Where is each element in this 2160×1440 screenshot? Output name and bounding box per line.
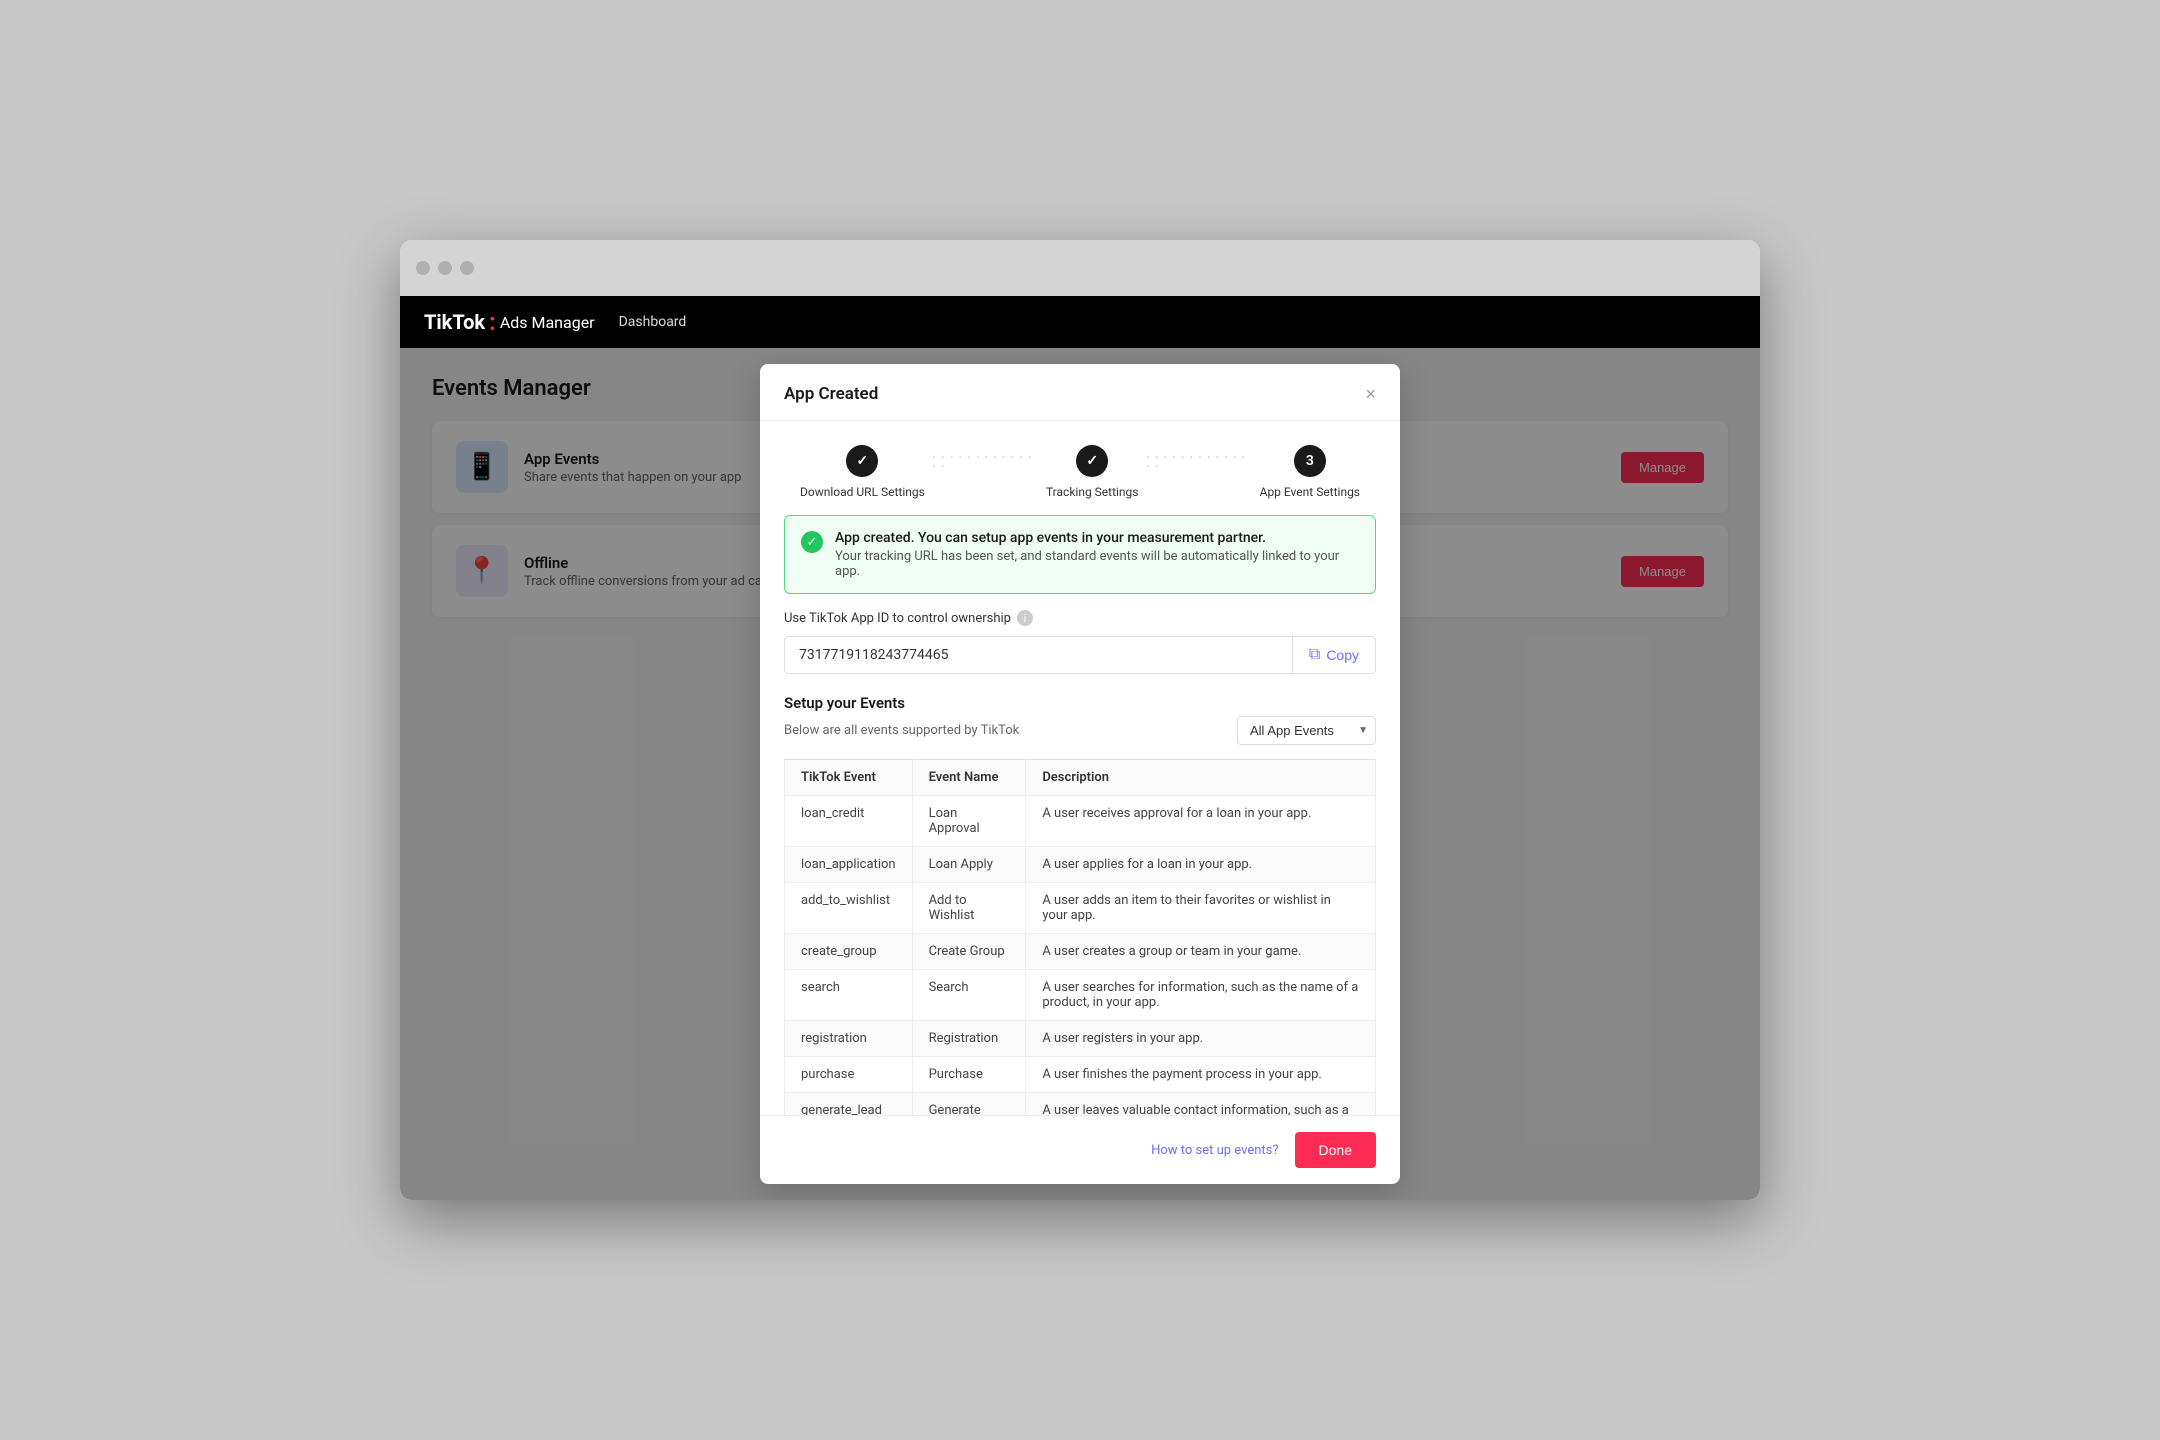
cell-description: A user leaves valuable contact informati… — [1026, 1093, 1376, 1116]
cell-event-name: Create Group — [912, 934, 1026, 970]
browser-content: TikTok : Ads Manager Dashboard Events Ma… — [400, 296, 1760, 1200]
col-header-tiktok-event: TikTok Event — [785, 760, 913, 796]
stepper: ✓ Download URL Settings • • • • • • • • … — [760, 421, 1400, 515]
modal-header: App Created × — [760, 364, 1400, 421]
step-3-label: App Event Settings — [1260, 485, 1360, 499]
logo-ads-manager: Ads Manager — [500, 313, 595, 332]
table-row: generate_lead Generate Lead A user leave… — [785, 1093, 1376, 1116]
browser-window: TikTok : Ads Manager Dashboard Events Ma… — [400, 240, 1760, 1200]
step-1-circle: ✓ — [846, 445, 878, 477]
cell-tiktok-event: loan_application — [785, 847, 913, 883]
success-sub-text: Your tracking URL has been set, and stan… — [835, 549, 1359, 579]
browser-dot-yellow — [438, 261, 452, 275]
main-content: Events Manager 📱 App Events Share events… — [400, 348, 1760, 1200]
app-id-field: 7317719118243774465 ⧉ Copy — [784, 636, 1376, 674]
success-main-text: App created. You can setup app events in… — [835, 530, 1359, 546]
modal-body[interactable]: ✓ Download URL Settings • • • • • • • • … — [760, 421, 1400, 1115]
cell-event-name: Loan Approval — [912, 796, 1026, 847]
table-row: add_to_wishlist Add to Wishlist A user a… — [785, 883, 1376, 934]
modal-overlay: App Created × ✓ Download URL Settings — [400, 348, 1760, 1200]
cell-event-name: Generate Lead — [912, 1093, 1026, 1116]
nav-dashboard[interactable]: Dashboard — [619, 314, 687, 330]
cell-event-name: Add to Wishlist — [912, 883, 1026, 934]
logo-dot: : — [489, 310, 496, 334]
event-filter-select[interactable]: All App Events Standard Events Custom Ev… — [1237, 716, 1376, 745]
modal-footer: How to set up events? Done — [760, 1115, 1400, 1184]
cell-tiktok-event: generate_lead — [785, 1093, 913, 1116]
cell-description: A user adds an item to their favorites o… — [1026, 883, 1376, 934]
browser-chrome — [400, 240, 1760, 296]
cell-event-name: Registration — [912, 1021, 1026, 1057]
cell-event-name: Purchase — [912, 1057, 1026, 1093]
cell-tiktok-event: create_group — [785, 934, 913, 970]
cell-tiktok-event: loan_credit — [785, 796, 913, 847]
app-background: TikTok : Ads Manager Dashboard Events Ma… — [400, 296, 1760, 1200]
success-banner: ✓ App created. You can setup app events … — [784, 515, 1376, 594]
app-id-value: 7317719118243774465 — [785, 637, 1292, 673]
step-dots-2: • • • • • • • • • • • • • • — [1146, 453, 1251, 471]
step-2: ✓ Tracking Settings — [1046, 445, 1139, 499]
events-table-wrapper: TikTok Event Event Name Description loan… — [760, 759, 1400, 1115]
cell-description: A user receives approval for a loan in y… — [1026, 796, 1376, 847]
step-dots-1: • • • • • • • • • • • • • • — [933, 453, 1038, 471]
dots-2: • • • • • • • • • • • • • • — [1146, 453, 1251, 471]
events-table: TikTok Event Event Name Description loan… — [784, 759, 1376, 1115]
copy-icon: ⧉ — [1309, 646, 1320, 664]
cell-event-name: Search — [912, 970, 1026, 1021]
table-row: loan_credit Loan Approval A user receive… — [785, 796, 1376, 847]
step-1-label: Download URL Settings — [800, 485, 925, 499]
info-icon: i — [1017, 610, 1033, 626]
modal-title: App Created — [784, 384, 878, 404]
table-row: search Search A user searches for inform… — [785, 970, 1376, 1021]
modal-close-button[interactable]: × — [1365, 385, 1376, 403]
browser-dot-green — [460, 261, 474, 275]
app-id-label: Use TikTok App ID to control ownership i — [784, 610, 1376, 626]
table-row: create_group Create Group A user creates… — [785, 934, 1376, 970]
success-text-container: App created. You can setup app events in… — [835, 530, 1359, 579]
cell-description: A user registers in your app. — [1026, 1021, 1376, 1057]
step-3: 3 App Event Settings — [1260, 445, 1360, 499]
cell-description: A user creates a group or team in your g… — [1026, 934, 1376, 970]
setup-events-desc: Below are all events supported by TikTok — [784, 723, 1019, 738]
cell-tiktok-event: registration — [785, 1021, 913, 1057]
table-row: registration Registration A user registe… — [785, 1021, 1376, 1057]
setup-events-title: Setup your Events — [760, 694, 1400, 712]
cell-description: A user applies for a loan in your app. — [1026, 847, 1376, 883]
dots-1: • • • • • • • • • • • • • • — [933, 453, 1038, 471]
step-2-circle: ✓ — [1076, 445, 1108, 477]
cell-tiktok-event: search — [785, 970, 913, 1021]
logo-tiktok-text: TikTok — [424, 310, 485, 334]
success-check-icon: ✓ — [801, 531, 823, 553]
col-header-description: Description — [1026, 760, 1376, 796]
table-row: purchase Purchase A user finishes the pa… — [785, 1057, 1376, 1093]
copy-button[interactable]: ⧉ Copy — [1293, 646, 1375, 664]
top-nav: TikTok : Ads Manager Dashboard — [400, 296, 1760, 348]
cell-description: A user searches for information, such as… — [1026, 970, 1376, 1021]
table-header-row: TikTok Event Event Name Description — [785, 760, 1376, 796]
cell-tiktok-event: add_to_wishlist — [785, 883, 913, 934]
copy-label: Copy — [1326, 647, 1359, 663]
cell-description: A user finishes the payment process in y… — [1026, 1057, 1376, 1093]
col-header-event-name: Event Name — [912, 760, 1026, 796]
cell-event-name: Loan Apply — [912, 847, 1026, 883]
table-head: TikTok Event Event Name Description — [785, 760, 1376, 796]
app-id-section: Use TikTok App ID to control ownership i… — [760, 610, 1400, 674]
step-1: ✓ Download URL Settings — [800, 445, 925, 499]
setup-desc-row: Below are all events supported by TikTok… — [760, 716, 1400, 745]
table-row: loan_application Loan Apply A user appli… — [785, 847, 1376, 883]
browser-dot-red — [416, 261, 430, 275]
table-body: loan_credit Loan Approval A user receive… — [785, 796, 1376, 1116]
app-created-modal: App Created × ✓ Download URL Settings — [760, 364, 1400, 1184]
done-button[interactable]: Done — [1295, 1132, 1376, 1168]
help-link[interactable]: How to set up events? — [1151, 1143, 1278, 1158]
filter-select-wrapper: All App Events Standard Events Custom Ev… — [1237, 716, 1376, 745]
tiktok-logo: TikTok : Ads Manager — [424, 310, 595, 334]
step-3-circle: 3 — [1294, 445, 1326, 477]
step-2-label: Tracking Settings — [1046, 485, 1139, 499]
cell-tiktok-event: purchase — [785, 1057, 913, 1093]
app-id-label-text: Use TikTok App ID to control ownership — [784, 611, 1011, 626]
